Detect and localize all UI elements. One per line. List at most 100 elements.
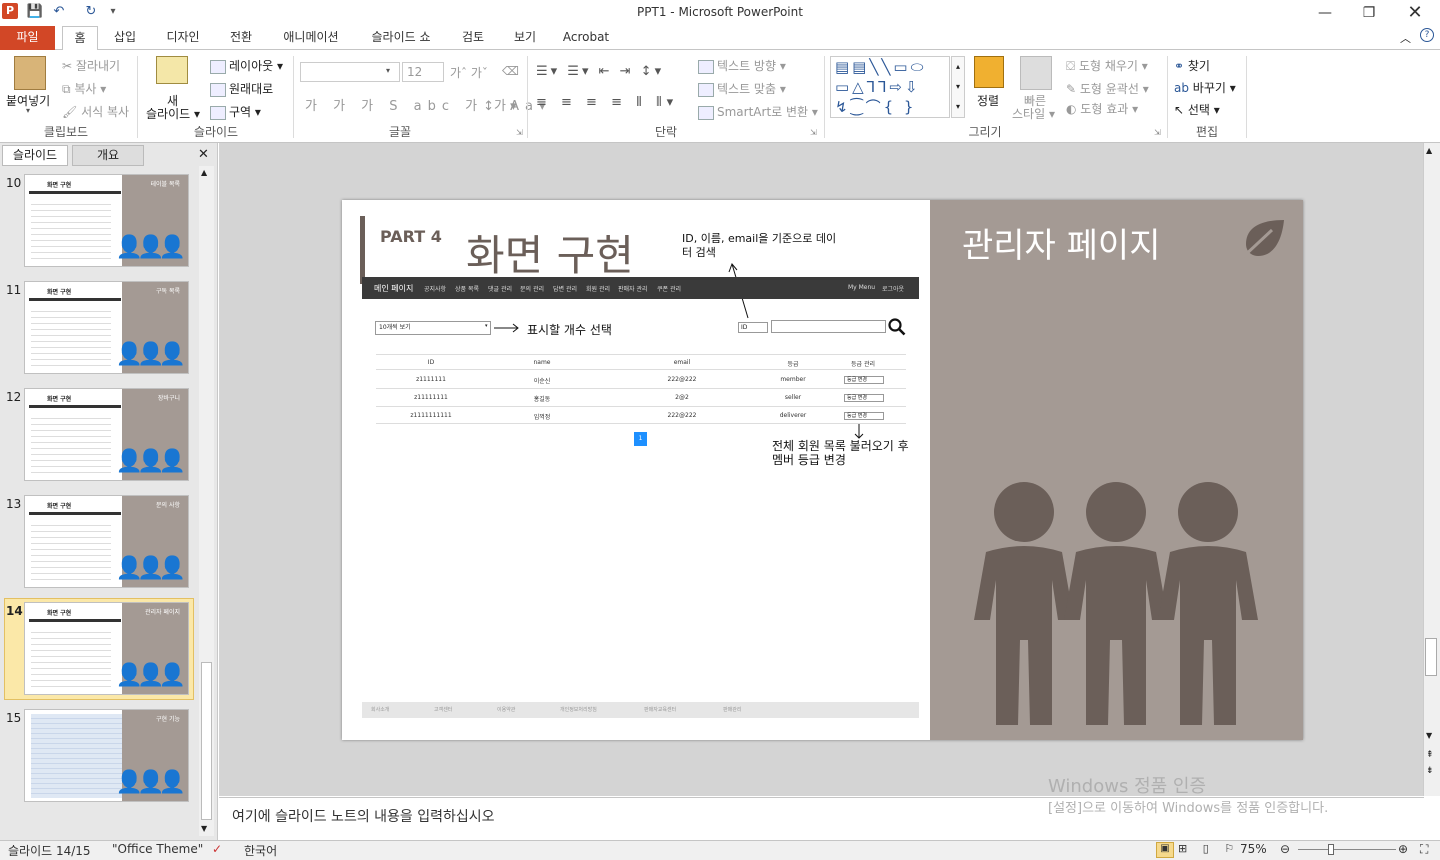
slide-thumbnail[interactable]: 화면 구현 문의 사항 👤👤👤 <box>24 495 189 588</box>
clear-format-icon[interactable]: ⌫ <box>502 64 519 78</box>
help-icon[interactable]: ? <box>1420 28 1434 42</box>
arrange-icon[interactable] <box>974 56 1004 88</box>
prev-slide-icon[interactable]: ⇞ <box>1426 750 1434 760</box>
font-dialog-launcher-icon[interactable]: ⇲ <box>516 128 523 137</box>
paste-icon[interactable] <box>14 56 46 90</box>
text-direction-button[interactable]: 텍스트 방향 ▾ <box>698 57 786 74</box>
next-slide-icon[interactable]: ⇟ <box>1426 766 1434 776</box>
shape-outline-button[interactable]: ✎ 도형 윤곽선 ▾ <box>1066 80 1149 97</box>
replace-button[interactable]: ab 바꾸기 ▾ <box>1174 79 1236 96</box>
notes-placeholder[interactable]: 여기에 슬라이드 노트의 내용을 입력하십시오 <box>232 806 495 826</box>
reset-button[interactable]: 원래대로 <box>210 80 273 97</box>
thumbnail-number: 11 <box>6 283 22 297</box>
smartart-button[interactable]: SmartArt로 변환 ▾ <box>698 103 818 120</box>
mock-footer-item: 이용약관 <box>497 707 516 713</box>
table-cell: seller <box>784 394 802 401</box>
tab-view[interactable]: 보기 <box>508 26 542 50</box>
format-painter-button[interactable]: 🖌 서식 복사 <box>62 103 129 120</box>
theme-name[interactable]: "Office Theme" <box>112 842 203 856</box>
mock-count-select: 10개씩 보기 <box>375 321 491 335</box>
list-icons[interactable]: ☰▾ ☰▾ ⇤ ⇥ ↕▾ <box>536 64 664 79</box>
tab-slideshow[interactable]: 슬라이드 쇼 <box>364 26 438 50</box>
restore-button[interactable]: ❐ <box>1346 0 1392 26</box>
arrange-button[interactable]: 정렬 <box>977 92 999 109</box>
scroll-up-icon[interactable]: ▲ <box>201 168 207 177</box>
chevron-down-icon: ▾ <box>485 323 488 329</box>
shapes-gallery[interactable]: ▤▤╲╲▭⬭ ▭△⅂⅂⇨⇩ ↯⁐⌒{ } <box>830 56 950 118</box>
editor-scroll-thumb[interactable] <box>1425 638 1437 676</box>
slide-thumbnail[interactable]: 화면 구현 구독 목록 👤👤👤 <box>24 281 189 374</box>
tab-home[interactable]: 홈 <box>62 26 98 51</box>
align-icons[interactable]: ≡ ≡ ≡ ≡ ⦀ ⦀▾ <box>536 95 678 110</box>
tab-transitions[interactable]: 전환 <box>224 26 258 50</box>
spellcheck-icon[interactable]: ✓ <box>212 842 222 856</box>
minimize-button[interactable]: — <box>1302 0 1348 26</box>
table-divider <box>376 423 906 424</box>
layout-button[interactable]: 레이아웃 ▾ <box>210 57 283 74</box>
zoom-level[interactable]: 75% <box>1240 842 1267 856</box>
font-family-select[interactable] <box>300 62 400 82</box>
copy-button[interactable]: ⧉ 복사 ▾ <box>62 80 106 97</box>
language[interactable]: 한국어 <box>244 842 277 859</box>
fit-slide-icon[interactable]: ⛶ <box>1420 842 1428 857</box>
tab-slides-pane[interactable]: 슬라이드 <box>2 145 68 166</box>
find-button[interactable]: ⚭ 찾기 <box>1174 57 1210 74</box>
tab-acrobat[interactable]: Acrobat <box>560 26 612 50</box>
section-button[interactable]: 구역 ▾ <box>210 103 261 120</box>
drawing-dialog-launcher-icon[interactable]: ⇲ <box>1154 128 1161 137</box>
cursor-icon: ↖ <box>1174 103 1188 117</box>
slide-thumbnail-selected[interactable]: 화면 구현 관리자 페이지 👤👤👤 <box>24 602 189 695</box>
mock-nav-item: 쿠폰 관리 <box>657 286 681 293</box>
scissors-icon: ✂ <box>62 59 76 73</box>
font-size-select[interactable]: 12 <box>402 62 444 82</box>
part-label: PART 4 <box>380 227 442 246</box>
tab-outline-pane[interactable]: 개요 <box>72 145 144 166</box>
quick-styles-button[interactable]: 스타일 ▾ <box>1012 105 1055 122</box>
text-direction-icon <box>698 59 714 74</box>
zoom-in-icon[interactable]: ⊕ <box>1398 842 1408 856</box>
shape-effects-button[interactable]: ◐ 도형 효과 ▾ <box>1066 100 1138 117</box>
normal-view-icon[interactable]: ▣ <box>1156 842 1174 858</box>
cut-button[interactable]: ✂ 잘라내기 <box>62 57 120 74</box>
slide-thumbnail[interactable]: 구현 기능 👤👤👤 <box>24 709 189 802</box>
tab-file[interactable]: 파일 <box>0 26 55 50</box>
mock-footer-item: 개인정보처리방침 <box>560 707 597 713</box>
people-icon: 👤👤👤 <box>115 342 186 367</box>
new-slide-button[interactable]: 슬라이드 ▾ <box>146 105 200 122</box>
close-window-button[interactable]: ✕ <box>1392 0 1438 26</box>
tab-design[interactable]: 디자인 <box>160 26 206 50</box>
collapse-ribbon-icon[interactable]: ︿ <box>1400 30 1411 46</box>
select-button[interactable]: ↖ 선택 ▾ <box>1174 101 1220 118</box>
zoom-slider[interactable] <box>1298 849 1396 850</box>
zoom-out-icon[interactable]: ⊖ <box>1280 842 1290 856</box>
gallery-scroll[interactable]: ▴ ▾ ▾ <box>951 56 965 118</box>
quick-styles-icon[interactable] <box>1020 56 1052 90</box>
slides-pane-scroll-thumb[interactable] <box>201 662 212 820</box>
thumbnail-right-title: 장바구니 <box>157 395 180 402</box>
zoom-slider-thumb[interactable] <box>1328 844 1334 855</box>
scroll-down-icon[interactable]: ▼ <box>201 824 207 833</box>
slide-thumbnail[interactable]: 화면 구현 테이블 목록 👤👤👤 <box>24 174 189 267</box>
paragraph-group-label: 단락 <box>654 125 678 139</box>
search-icon <box>888 318 906 336</box>
annotation-count: 표시할 개수 선택 <box>527 323 612 337</box>
paragraph-dialog-launcher-icon[interactable]: ⇲ <box>810 128 817 137</box>
shape-fill-button[interactable]: ⛋ 도형 채우기 ▾ <box>1066 57 1148 74</box>
grade-select: 등급 변경 <box>844 394 884 402</box>
paint-bucket-icon: ⛋ <box>1066 59 1079 73</box>
font-color-icon[interactable]: 가 ▾ <box>494 95 517 114</box>
new-slide-icon[interactable] <box>156 56 188 84</box>
scroll-up-icon[interactable]: ▲ <box>1426 146 1432 155</box>
tab-insert[interactable]: 삽입 <box>108 26 142 50</box>
close-pane-icon[interactable]: ✕ <box>198 147 209 162</box>
align-text-button[interactable]: 텍스트 맞춤 ▾ <box>698 80 786 97</box>
view-icons[interactable]: ⊞ ▯ ⚐ <box>1178 842 1240 855</box>
annotation-member: 전체 회원 목록 불러오기 후 멤버 등급 변경 <box>772 439 909 467</box>
tab-review[interactable]: 검토 <box>456 26 490 50</box>
editor-scrollbar[interactable] <box>1423 143 1440 796</box>
tab-animations[interactable]: 애니메이션 <box>276 26 346 50</box>
scroll-down-icon[interactable]: ▼ <box>1426 731 1432 740</box>
grow-font-icon[interactable]: 가ˆ 가ˇ <box>450 64 488 81</box>
slide-thumbnail[interactable]: 화면 구현 장바구니 👤👤👤 <box>24 388 189 481</box>
copy-icon: ⧉ <box>62 82 75 96</box>
